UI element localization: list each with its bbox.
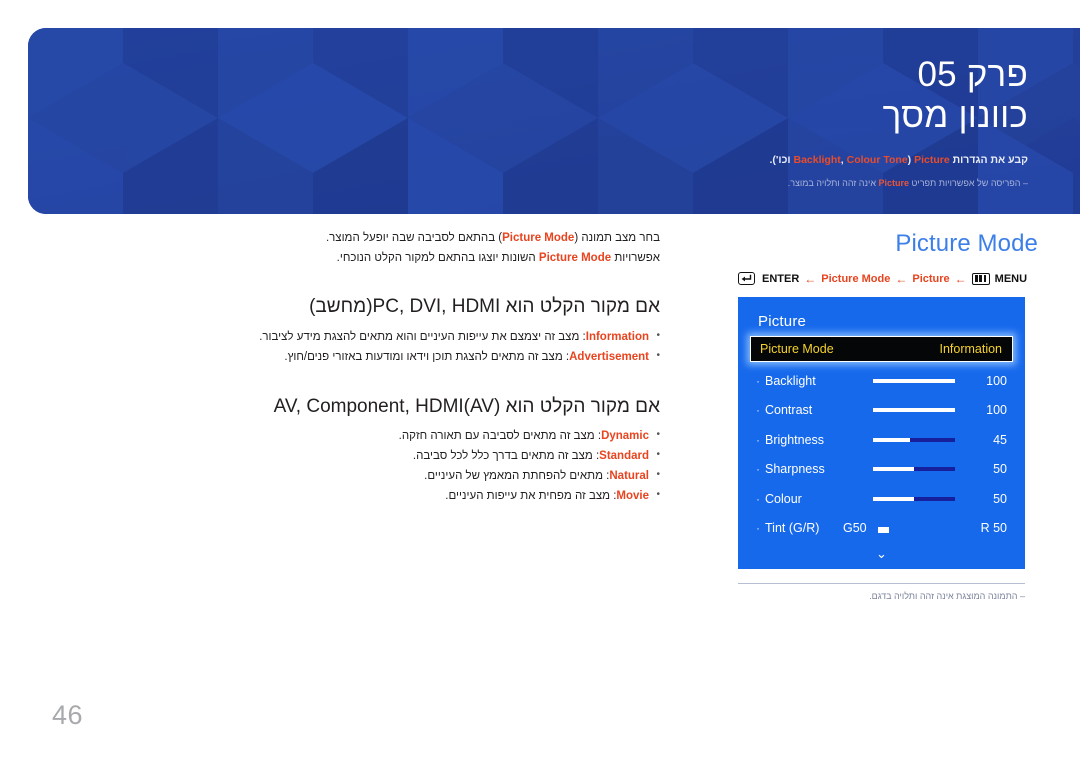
bullet-dot-icon: · — [756, 521, 760, 536]
osd-row-label: Contrast — [765, 403, 813, 418]
list-item: Advertisement: מצב זה מתאים להצגת תוכן ו… — [60, 347, 660, 368]
arrow-left-icon: ← — [804, 271, 817, 286]
osd-tint-thumb[interactable] — [878, 527, 889, 534]
osd-row-backlight[interactable]: · Backlight 100 — [750, 366, 1013, 396]
bullet-term: Movie — [616, 489, 649, 502]
list-item: Standard: מצב זה מתאים בדרך כלל לכל סביב… — [60, 446, 660, 467]
arrow-left-icon: ← — [954, 271, 967, 286]
intro-line1-b: ) בהתאם לסביבה שבה יופעל המוצר. — [325, 232, 503, 244]
osd-row-tint[interactable]: · Tint (G/R) G50 R 50 — [750, 514, 1013, 544]
osd-row-label: Brightness — [765, 432, 825, 447]
bullet-list-av: Dynamic: מצב זה מתאים לסביבה עם תאורה חז… — [60, 426, 660, 507]
osd-tint-left-label: G50 — [843, 521, 867, 536]
osd-row-colour[interactable]: · Colour 50 — [750, 484, 1013, 514]
bullet-term: Information — [585, 330, 649, 343]
osd-slider-track[interactable] — [873, 378, 955, 383]
section-heading-av: אם מקור הקלט הוא AV, Component, HDMI(AV) — [273, 395, 660, 417]
osd-slider-track[interactable] — [873, 496, 955, 501]
intro-line2-term: Picture Mode — [538, 252, 612, 265]
bullet-term: Advertisement — [569, 350, 649, 363]
osd-slider-track[interactable] — [873, 408, 955, 413]
bullet-text: : מצב זה מתאים להצגת תוכן וידאו ומודעות … — [284, 350, 570, 363]
osd-tint-right-label: R 50 — [980, 521, 1007, 536]
chevron-down-icon[interactable]: ⌄ — [738, 547, 1025, 560]
bullet-dot-icon: · — [756, 403, 760, 418]
enter-icon — [738, 272, 755, 286]
banner-note-suffix: אינה זהה ותלויה במוצר. — [787, 178, 879, 189]
osd-row-value: 50 — [993, 491, 1007, 506]
osd-selected-label: Picture Mode — [760, 342, 834, 357]
intro-line1-a: בחר מצב תמונה ( — [574, 232, 660, 244]
breadcrumb-step-picture: Picture — [912, 272, 950, 285]
osd-row-value: 45 — [993, 432, 1007, 447]
osd-row-brightness[interactable]: · Brightness 45 — [750, 425, 1013, 455]
intro-line2-a: אפשרויות — [611, 252, 660, 265]
bullet-text: : מצב זה מפחית את עייפות העיניים. — [445, 489, 617, 502]
menu-icon — [971, 272, 990, 285]
chapter-banner: פרק 05 כוונון מסך קבע את הגדרות Picture … — [28, 28, 1080, 214]
bullet-list-pc: Information: מצב זה יצמצם את עייפות העינ… — [60, 327, 660, 368]
osd-panel-title: Picture — [758, 313, 807, 331]
breadcrumb-enter-label: ENTER — [762, 272, 800, 285]
bullet-dot-icon: · — [756, 491, 760, 506]
chapter-label: פרק 05 — [917, 55, 1028, 94]
banner-subtitle: קבע את הגדרות Picture (Backlight, Colour… — [68, 153, 1028, 190]
osd-slider-track[interactable] — [873, 467, 955, 472]
divider — [738, 583, 1025, 585]
chapter-title: כוונון מסך — [882, 95, 1028, 135]
banner-subtitle-term-picture: Picture — [914, 154, 950, 167]
arrow-left-icon: ← — [895, 271, 908, 286]
section-heading-pc: אם מקור הקלט הוא PC, DVI, HDMI(מחשב) — [309, 296, 660, 318]
illustration-column: Picture Mode ENTER ← Picture Mode ← Pict… — [738, 228, 1038, 604]
osd-row-label: Colour — [765, 491, 802, 506]
osd-slider-track[interactable] — [873, 437, 955, 442]
osd-selected-value: Information — [939, 342, 1002, 357]
bullet-term: Dynamic — [601, 430, 649, 443]
intro-paragraph-line1: בחר מצב תמונה (Picture Mode) בהתאם לסביב… — [60, 228, 660, 248]
banner-subtitle-suffix: וכו'). — [769, 154, 794, 167]
breadcrumb-step-picture-mode: Picture Mode — [821, 272, 891, 285]
osd-row-picture-mode-selected[interactable]: Picture Mode Information — [750, 336, 1013, 363]
osd-row-value: 100 — [986, 403, 1007, 418]
osd-row-list: · Backlight 100 · Contrast 100 · Brightn… — [750, 366, 1013, 543]
osd-row-label: Tint (G/R) — [765, 521, 820, 536]
bullet-text: : מצב זה מתאים בדרך כלל לכל סביבה. — [412, 450, 600, 463]
bullet-term: Natural — [609, 470, 649, 483]
osd-row-contrast[interactable]: · Contrast 100 — [750, 396, 1013, 426]
banner-note: – הפריסה של אפשרויות תפריט Picture אינה … — [68, 177, 1028, 191]
osd-row-value: 50 — [993, 462, 1007, 477]
bullet-text: : מצב זה יצמצם את עייפות העיניים והוא מת… — [259, 330, 586, 343]
footnote-text: – התמונה המוצגת אינה זהה ותלויה בדגם. — [869, 591, 1025, 602]
osd-row-value: 100 — [986, 373, 1007, 388]
intro-line1-term: Picture Mode — [502, 232, 575, 244]
osd-row-label: Backlight — [765, 373, 816, 388]
bullet-text: : מתאים להפחתת המאמץ של העיניים. — [424, 470, 610, 483]
banner-note-prefix: – הפריסה של אפשרויות תפריט — [909, 178, 1029, 189]
banner-note-term: Picture — [878, 178, 909, 189]
list-item: Movie: מצב זה מפחית את עייפות העיניים. — [60, 486, 660, 507]
osd-row-sharpness[interactable]: · Sharpness 50 — [750, 455, 1013, 485]
intro-line2-b: השונות יוצגו בהתאם למקור הקלט הנוכחי. — [336, 252, 539, 265]
osd-picture-panel: Picture Picture Mode Information · Backl… — [738, 297, 1025, 570]
bullet-dot-icon: · — [756, 432, 760, 447]
banner-subtitle-term-colour-tone: Colour Tone — [846, 154, 908, 167]
body-content-column: בחר מצב תמונה (Picture Mode) בהתאם לסביב… — [60, 228, 660, 507]
bullet-dot-icon: · — [756, 462, 760, 477]
breadcrumb-menu-label: MENU — [994, 272, 1028, 285]
list-item: Information: מצב זה יצמצם את עייפות העינ… — [60, 327, 660, 348]
breadcrumb: ENTER ← Picture Mode ← Picture ← MENU — [738, 271, 1038, 286]
osd-row-label: Sharpness — [765, 462, 825, 477]
bullet-text: : מצב זה מתאים לסביבה עם תאורה חזקה. — [398, 430, 602, 443]
banner-subtitle-prefix: קבע את הגדרות — [949, 154, 1028, 167]
bullet-term: Standard — [599, 450, 649, 463]
page-title: Picture Mode — [895, 230, 1038, 257]
footnote-block: – התמונה המוצגת אינה זהה ותלויה בדגם. — [738, 583, 1025, 604]
list-item: Natural: מתאים להפחתת המאמץ של העיניים. — [60, 466, 660, 487]
banner-subtitle-term-backlight: Backlight — [793, 154, 841, 167]
bullet-dot-icon: · — [756, 373, 760, 388]
list-item: Dynamic: מצב זה מתאים לסביבה עם תאורה חז… — [60, 426, 660, 447]
page-number: 46 — [52, 700, 84, 730]
intro-paragraph-line2: אפשרויות Picture Mode השונות יוצגו בהתאם… — [60, 248, 660, 268]
